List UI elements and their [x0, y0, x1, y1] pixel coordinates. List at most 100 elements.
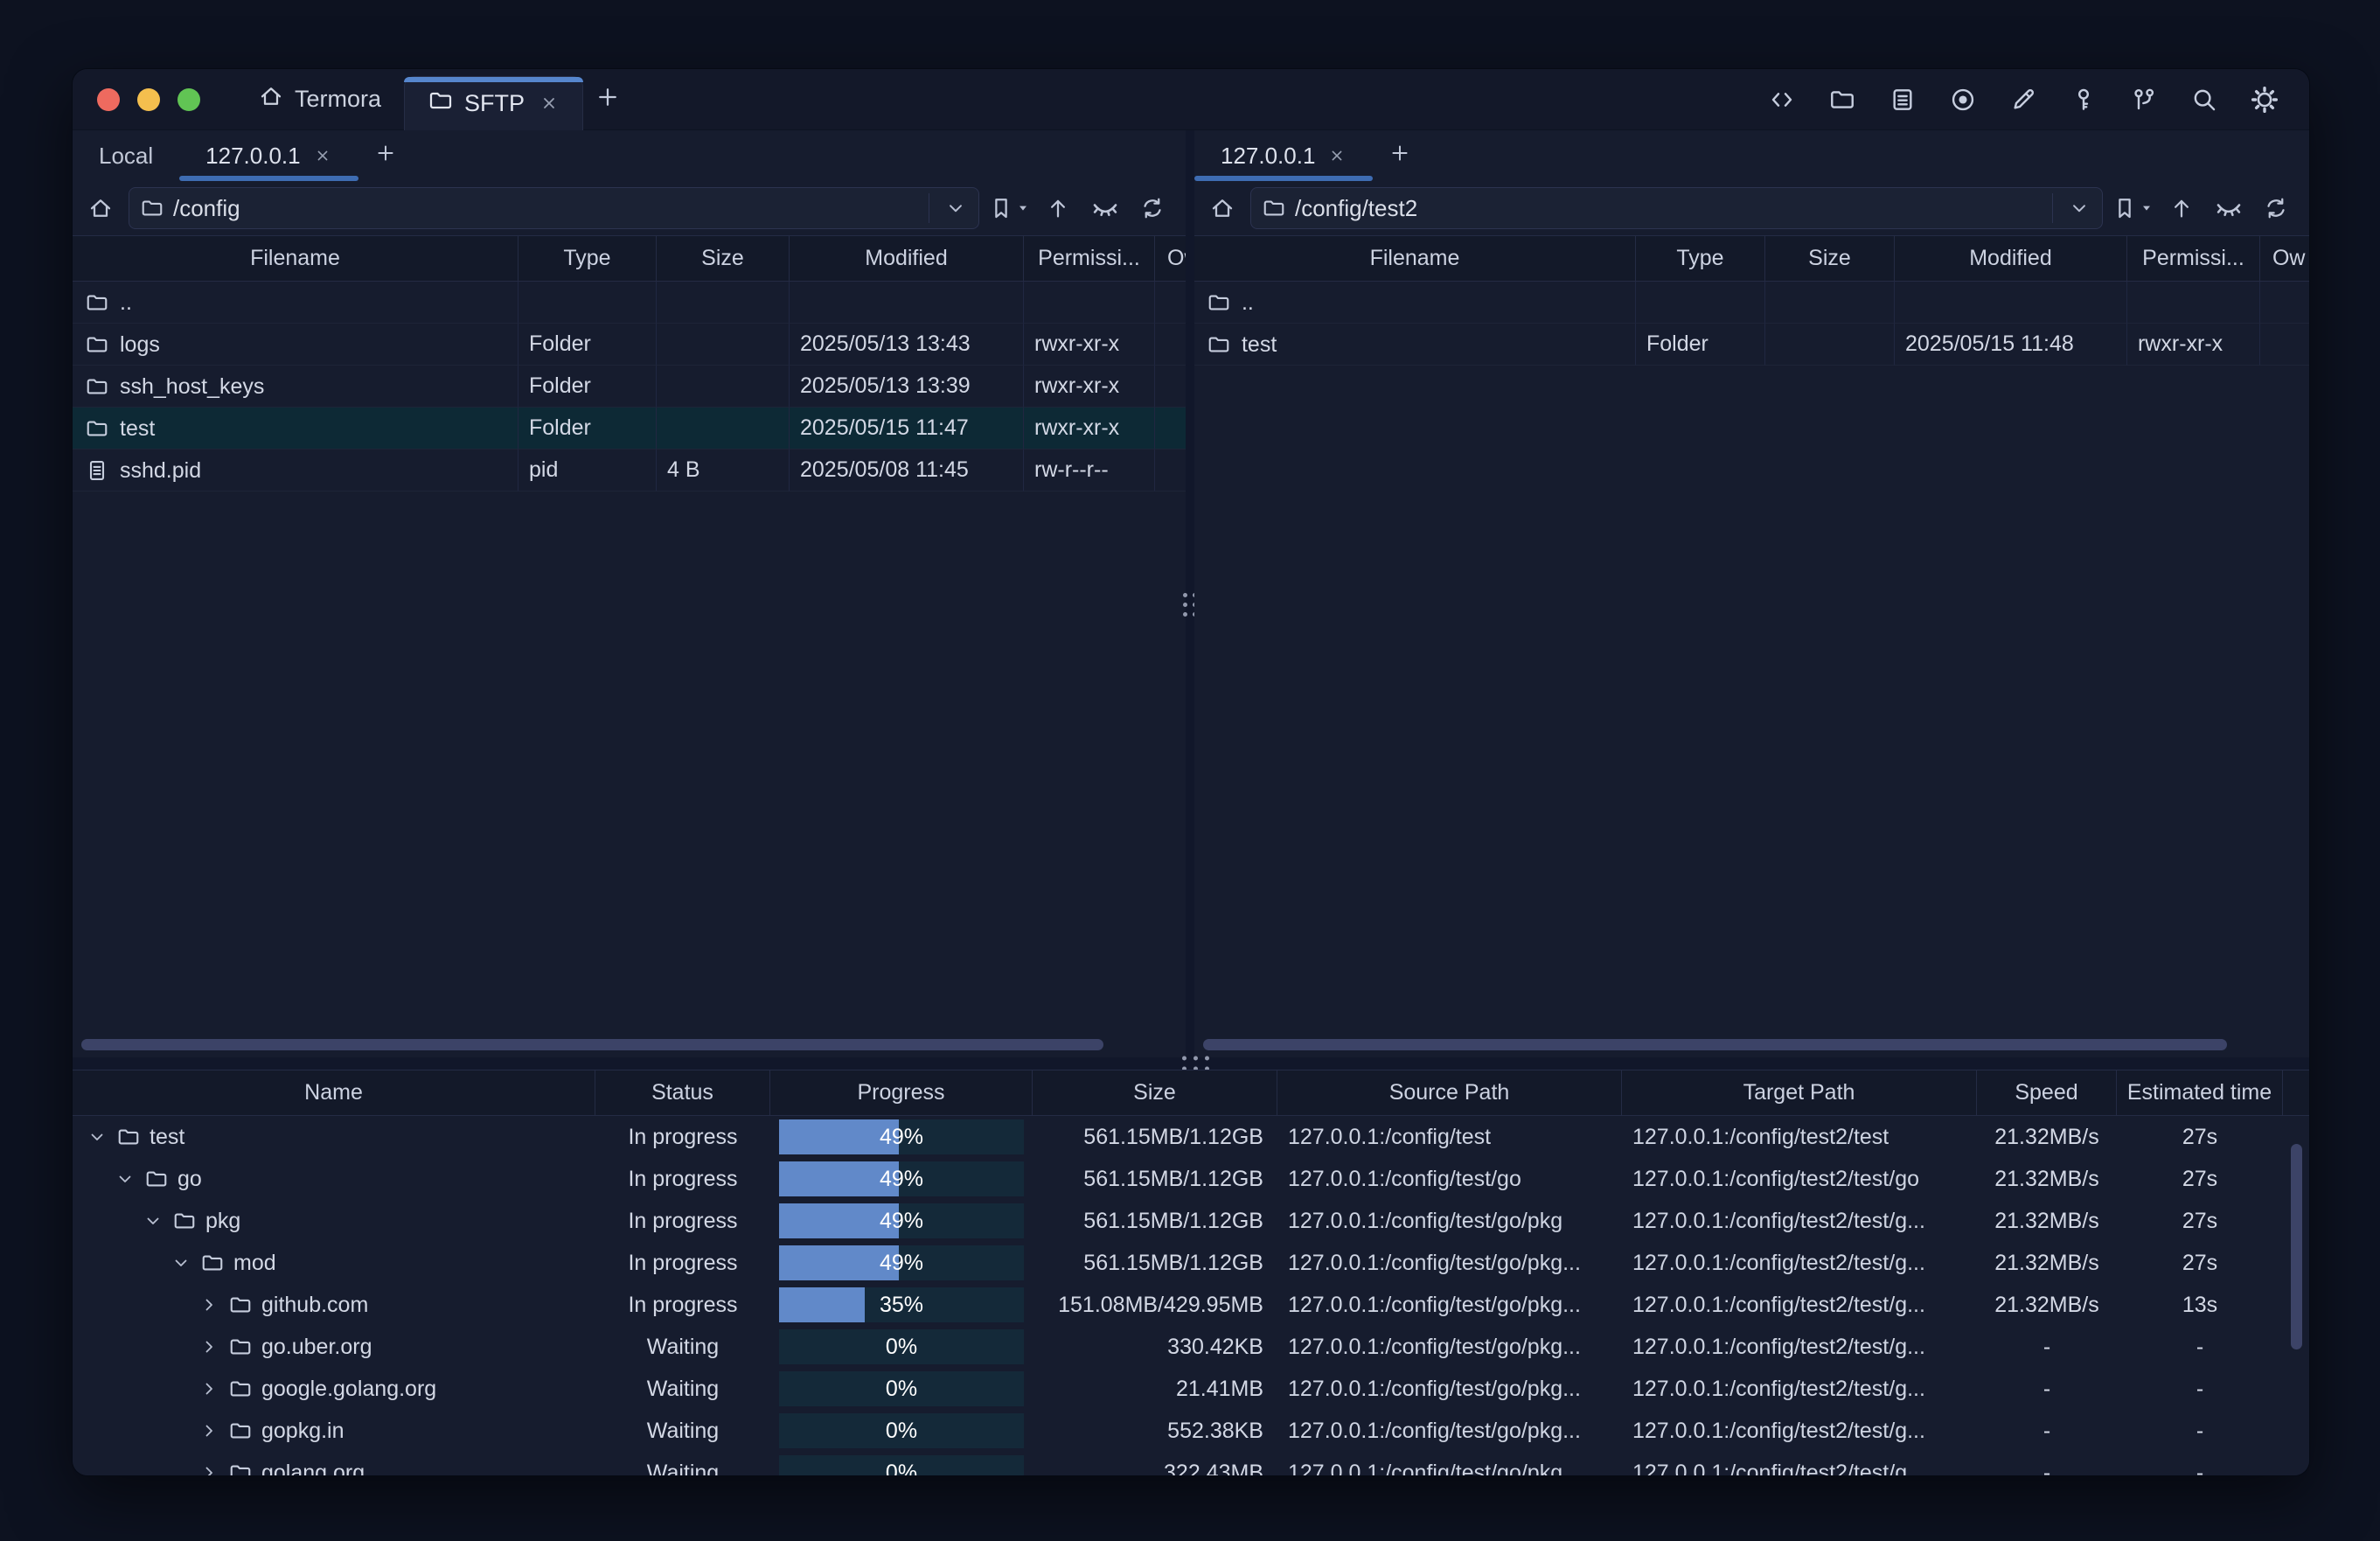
cell-modified — [1895, 282, 2127, 324]
caret-down-icon[interactable] — [2140, 201, 2154, 215]
pencil-icon[interactable] — [2005, 81, 2042, 118]
go-up-button[interactable] — [2162, 189, 2201, 227]
column-header-size[interactable]: Size — [657, 236, 790, 282]
new-connection-tab-button[interactable] — [1373, 130, 1427, 181]
file-row-sshd.pid[interactable]: sshd.pidpid4 B2025/05/08 11:45rw-r--r-- — [73, 450, 1186, 492]
panel-splitter[interactable] — [1186, 130, 1194, 1057]
path-dropdown-button[interactable] — [2056, 188, 2102, 228]
column-header-modified[interactable]: Modified — [1895, 236, 2127, 282]
right-path-input[interactable]: /config/test2 — [1250, 187, 2103, 229]
refresh-button[interactable] — [2257, 189, 2295, 227]
column-header-permissi[interactable]: Permissi... — [2127, 236, 2260, 282]
filename-label: logs — [120, 324, 160, 365]
tab-local[interactable]: Local — [73, 130, 179, 181]
path-dropdown-button[interactable] — [933, 188, 978, 228]
refresh-button[interactable] — [1133, 189, 1172, 227]
left-path-input[interactable]: /config — [129, 187, 979, 229]
tab-host-127-0-0-1[interactable]: 127.0.0.1 — [1194, 130, 1373, 181]
transfer-row-golang.org[interactable]: golang.orgWaiting0%322.43MB127.0.0.1:/co… — [73, 1452, 2309, 1476]
column-header-modified[interactable]: Modified — [790, 236, 1024, 282]
home-button[interactable] — [1203, 189, 1242, 227]
cell-source: 127.0.0.1:/config/test/go/pkg... — [1277, 1326, 1622, 1368]
chevron-down-icon[interactable] — [170, 1252, 191, 1273]
keychain-icon[interactable] — [2126, 81, 2162, 118]
home-icon — [1209, 195, 1235, 221]
column-header-size[interactable]: Size — [1765, 236, 1895, 282]
cell-eta: - — [2117, 1326, 2283, 1368]
column-header-ow[interactable]: Ow — [2260, 236, 2309, 282]
search-icon[interactable] — [2186, 81, 2223, 118]
record-icon[interactable] — [1945, 81, 1981, 118]
chevron-right-icon[interactable] — [198, 1462, 219, 1476]
folder-icon[interactable] — [1824, 81, 1861, 118]
gear-icon[interactable] — [2246, 81, 2283, 118]
column-header-ow[interactable]: Ow — [1155, 236, 1186, 282]
transfer-row-test[interactable]: testIn progress49%561.15MB/1.12GB127.0.0… — [73, 1116, 2309, 1158]
zoom-window-button[interactable] — [177, 88, 200, 111]
column-header-speed[interactable]: Speed — [1977, 1070, 2117, 1116]
transfer-row-go.uber.org[interactable]: go.uber.orgWaiting0%330.42KB127.0.0.1:/c… — [73, 1326, 2309, 1368]
key-icon[interactable] — [2065, 81, 2102, 118]
close-tab-icon[interactable] — [539, 93, 560, 114]
file-row-..[interactable]: .. — [1194, 282, 2309, 324]
column-header-estimated-time[interactable]: Estimated time — [2117, 1070, 2283, 1116]
toggle-hidden-files-button[interactable] — [2210, 189, 2248, 227]
traffic-lights — [97, 88, 200, 111]
close-window-button[interactable] — [97, 88, 120, 111]
column-header-progress[interactable]: Progress — [770, 1070, 1033, 1116]
caret-down-icon[interactable] — [1016, 201, 1030, 215]
file-row-test[interactable]: testFolder2025/05/15 11:48rwxr-xr-x — [1194, 324, 2309, 366]
transfer-row-gopkg.in[interactable]: gopkg.inWaiting0%552.38KB127.0.0.1:/conf… — [73, 1410, 2309, 1452]
file-row-logs[interactable]: logsFolder2025/05/13 13:43rwxr-xr-x — [73, 324, 1186, 366]
transfer-splitter[interactable] — [73, 1057, 2309, 1070]
column-header-permissi[interactable]: Permissi... — [1024, 236, 1155, 282]
go-up-button[interactable] — [1039, 189, 1077, 227]
bookmark-button[interactable] — [988, 195, 1030, 221]
minimize-window-button[interactable] — [137, 88, 160, 111]
close-tab-icon[interactable] — [1327, 146, 1347, 165]
transfer-row-google.golang.org[interactable]: google.golang.orgWaiting0%21.41MB127.0.0… — [73, 1368, 2309, 1410]
toggle-hidden-files-button[interactable] — [1086, 189, 1124, 227]
chevron-down-icon[interactable] — [115, 1168, 136, 1189]
column-header-filename[interactable]: Filename — [73, 236, 518, 282]
chevron-right-icon[interactable] — [198, 1336, 219, 1357]
vertical-scrollbar-thumb[interactable] — [2291, 1144, 2302, 1349]
column-header-size[interactable]: Size — [1033, 1070, 1277, 1116]
chevron-right-icon[interactable] — [198, 1294, 219, 1315]
cell-speed: 21.32MB/s — [1977, 1200, 2117, 1242]
column-header-type[interactable]: Type — [1636, 236, 1765, 282]
home-button[interactable] — [81, 189, 120, 227]
file-row-..[interactable]: .. — [73, 282, 1186, 324]
new-connection-tab-button[interactable] — [358, 130, 413, 181]
code-icon[interactable] — [1764, 81, 1800, 118]
new-tab-button[interactable] — [583, 69, 632, 130]
column-header-status[interactable]: Status — [595, 1070, 770, 1116]
transfer-row-go[interactable]: goIn progress49%561.15MB/1.12GB127.0.0.1… — [73, 1158, 2309, 1200]
progress-bar: 0% — [779, 1413, 1024, 1448]
bookmark-button[interactable] — [2112, 195, 2154, 221]
file-row-test[interactable]: testFolder2025/05/15 11:47rwxr-xr-x — [73, 408, 1186, 450]
transfer-row-mod[interactable]: modIn progress49%561.15MB/1.12GB127.0.0.… — [73, 1242, 2309, 1284]
chevron-down-icon[interactable] — [87, 1126, 108, 1147]
horizontal-scrollbar-thumb[interactable] — [1203, 1039, 2227, 1050]
close-tab-icon[interactable] — [313, 146, 332, 165]
tab-sftp[interactable]: SFTP — [404, 76, 583, 130]
column-header-source-path[interactable]: Source Path — [1277, 1070, 1622, 1116]
main-toolbar — [1764, 81, 2283, 118]
column-header-filename[interactable]: Filename — [1194, 236, 1636, 282]
file-row-ssh_host_keys[interactable]: ssh_host_keysFolder2025/05/13 13:39rwxr-… — [73, 366, 1186, 408]
transfer-row-github.com[interactable]: github.comIn progress35%151.08MB/429.95M… — [73, 1284, 2309, 1326]
cell-size — [1765, 282, 1895, 324]
chevron-right-icon[interactable] — [198, 1378, 219, 1399]
file-text-icon[interactable] — [1884, 81, 1921, 118]
transfer-row-pkg[interactable]: pkgIn progress49%561.15MB/1.12GB127.0.0.… — [73, 1200, 2309, 1242]
tab-termora[interactable]: Termora — [235, 69, 404, 130]
cell-owner — [1155, 282, 1186, 324]
tab-host-127-0-0-1[interactable]: 127.0.0.1 — [179, 130, 358, 181]
horizontal-scrollbar-thumb[interactable] — [81, 1039, 1103, 1050]
column-header-type[interactable]: Type — [518, 236, 657, 282]
chevron-down-icon[interactable] — [143, 1210, 164, 1231]
chevron-right-icon[interactable] — [198, 1420, 219, 1441]
column-header-target-path[interactable]: Target Path — [1622, 1070, 1977, 1116]
column-header-name[interactable]: Name — [73, 1070, 595, 1116]
